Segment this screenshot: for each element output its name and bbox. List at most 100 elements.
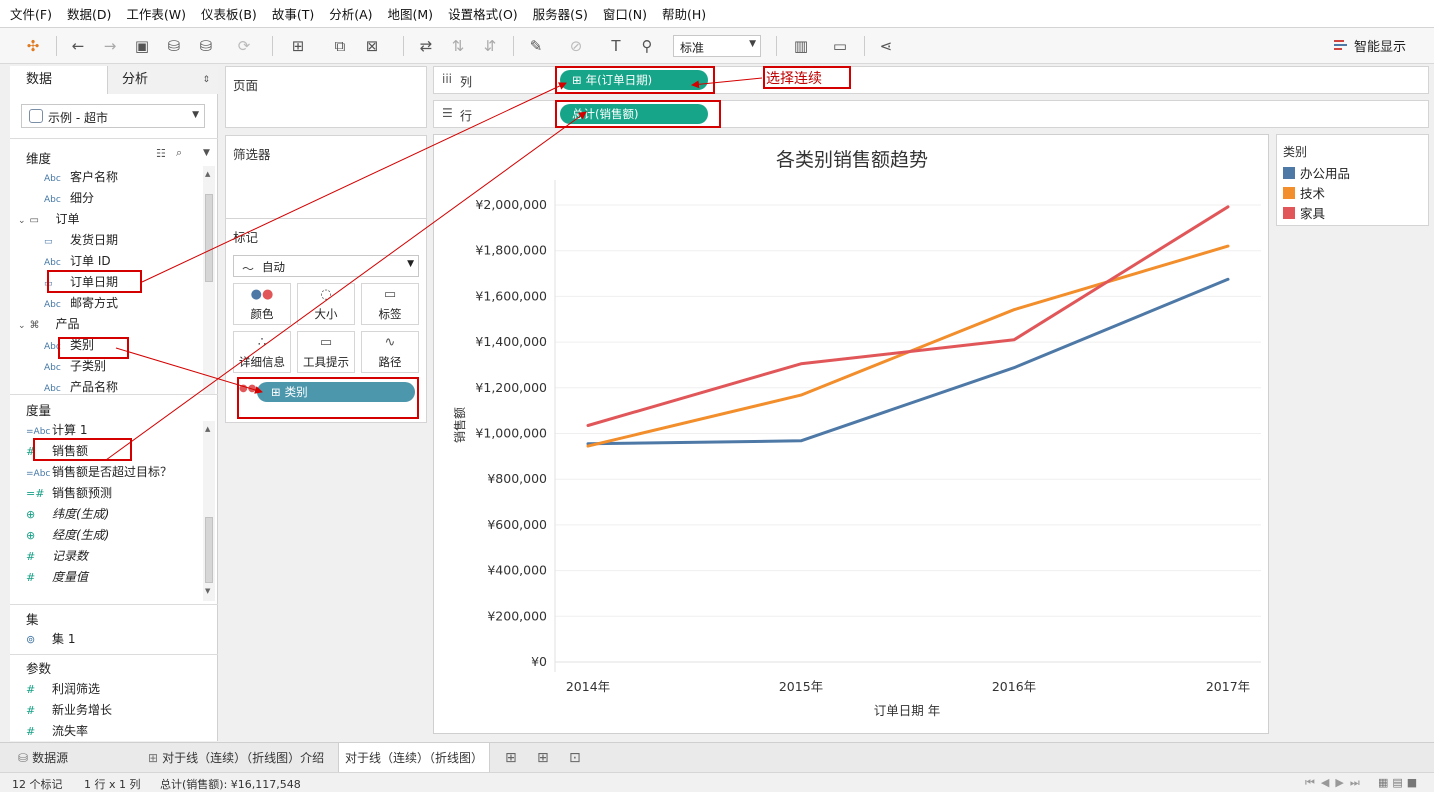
fix-axes-icon[interactable]: ⚲ [636,35,658,57]
new-worksheet-icon[interactable]: ⊞ [287,35,309,57]
view-list-icon[interactable]: ☷ [156,147,166,160]
fit-dropdown[interactable]: 标准 ▼ [673,35,761,57]
datasource-dropdown[interactable]: 示例 - 超市 ▼ [21,104,205,128]
redo-icon[interactable]: → [99,35,121,57]
scroll-thumb[interactable] [205,517,213,583]
field-label: 邮寄方式 [70,296,119,310]
dimension-field[interactable]: Abc 子类别 [44,356,106,376]
measure-field[interactable]: # 记录数 [26,546,88,566]
scroll-down-icon[interactable]: ▼ [205,587,210,595]
parameter-field[interactable]: # 新业务增长 [26,700,112,720]
tab-navigation-icons[interactable]: ⏮◀▶⏭ [1305,776,1366,790]
measure-field[interactable]: =Abc 计算 1 [26,420,87,440]
group-members-icon[interactable]: ⊘ [565,35,587,57]
sheet-tab-active[interactable]: 对于线（连续）（折线图） [338,743,491,773]
duplicate-sheet-icon[interactable]: ⧉ [329,35,351,57]
chart-view[interactable]: 各类别销售额趋势 ¥0 ¥200,000 ¥400,000 ¥600,000 ¥800,0… [433,134,1269,734]
chevron-down-icon[interactable]: ▼ [203,148,210,158]
data-pane: 数据 分析 ⇕ 示例 - 超市 ▼ 维度 ☷ ⌕ ▼ Abc 客户名称 Abc 细分 ⌄… [10,66,218,741]
detail-icon: ∴ [257,335,267,350]
rows-icon: ☰ [442,106,453,120]
path-button[interactable]: ∿ 路径 [361,331,419,373]
size-icon: ◌ [320,287,332,302]
menu-worksheet[interactable]: 工作表(W) [126,4,186,23]
menu-window[interactable]: 窗口(N) [603,4,647,23]
sort-descending-icon[interactable]: ⇵ [479,35,501,57]
new-datasource-icon[interactable]: ⛁ [163,35,185,57]
share-icon[interactable]: ⋖ [875,35,897,57]
pages-card[interactable]: 页面 [225,66,427,128]
status-dimensions: 1 行 x 1 列 [84,778,141,791]
scroll-up-icon[interactable]: ▲ [205,170,210,178]
new-dashboard-icon[interactable]: ⊞ [537,743,549,773]
new-worksheet-icon[interactable]: ⊞ [505,743,517,773]
measure-field[interactable]: # 度量值 [26,567,88,587]
menu-server[interactable]: 服务器(S) [533,4,588,23]
swap-rows-columns-icon[interactable]: ⇄ [415,35,437,57]
save-icon[interactable]: ▣ [131,35,153,57]
tab-data[interactable]: 数据 [10,66,108,94]
string-icon: Abc [44,174,61,184]
menu-help[interactable]: 帮助(H) [662,4,706,23]
detail-button[interactable]: ∴ 详细信息 [233,331,291,373]
mark-type-dropdown[interactable]: 〜 自动 ▼ [233,255,419,277]
menu-story[interactable]: 故事(T) [272,4,314,23]
pages-title: 页面 [233,78,259,93]
measure-field[interactable]: =# 销售额预测 [26,483,112,503]
scroll-up-icon[interactable]: ▲ [205,425,210,433]
show-labels-icon[interactable]: T [605,35,627,57]
dimension-field[interactable]: Abc 邮寄方式 [44,293,118,313]
legend-item[interactable]: 技术 [1283,186,1325,202]
show-cards-icon[interactable]: ▥ [790,35,812,57]
chevron-down-icon: ▼ [192,110,199,120]
sheet-tab[interactable]: ⊞ 对于线（连续）（折线图）介绍 [148,743,324,773]
dimension-field[interactable]: ▭ 发货日期 [44,230,118,250]
undo-icon[interactable]: ← [67,35,89,57]
menu-data[interactable]: 数据(D) [67,4,111,23]
menu-analysis[interactable]: 分析(A) [329,4,372,23]
measure-field[interactable]: ⊕ 纬度(生成) [26,504,109,524]
dimension-folder[interactable]: ⌄ ▭ 订单 [18,209,80,229]
legend-item[interactable]: 家具 [1283,206,1325,222]
dimension-folder[interactable]: ⌄ ⌘ 产品 [18,314,80,334]
path-label: 路径 [378,355,402,369]
new-story-icon[interactable]: ⊡ [569,743,581,773]
dimension-field[interactable]: Abc 客户名称 [44,167,118,187]
dimensions-scrollbar[interactable]: ▲ [203,166,215,394]
view-mode-icons[interactable]: ▦▤■ [1378,776,1421,789]
datasource-tab[interactable]: ⛁ 数据源 [18,743,68,773]
tooltip-button[interactable]: ▭ 工具提示 [297,331,355,373]
pause-updates-icon[interactable]: ⛁ [195,35,217,57]
menu-file[interactable]: 文件(F) [10,4,52,23]
parameter-field[interactable]: # 利润筛选 [26,679,100,699]
clear-sheet-icon[interactable]: ⊠ [361,35,383,57]
calc-string-icon: =Abc [26,469,51,479]
parameter-field[interactable]: # 流失率 [26,721,88,741]
set-field[interactable]: ⊚ 集 1 [26,629,75,649]
fit-value: 标准 [680,41,705,55]
size-button[interactable]: ◌ 大小 [297,283,355,325]
legend-item[interactable]: 办公用品 [1283,166,1350,182]
menu-dashboard[interactable]: 仪表板(B) [201,4,257,23]
tableau-logo-icon[interactable]: ✣ [22,35,44,57]
highlight-icon[interactable]: ✎ [525,35,547,57]
dimension-field[interactable]: Abc 细分 [44,188,94,208]
search-icon[interactable]: ⌕ [176,146,182,160]
show-me-button[interactable]: 智能显示 [1332,36,1406,55]
measures-scrollbar[interactable]: ▲ ▼ [203,421,215,601]
measure-field[interactable]: =Abc 销售额是否超过目标？ [26,462,172,482]
presentation-mode-icon[interactable]: ▭ [829,35,851,57]
scroll-thumb[interactable] [205,194,213,282]
color-legend[interactable]: 类别 办公用品 技术 家具 [1276,134,1429,226]
label-button[interactable]: ▭ 标签 [361,283,419,325]
color-button[interactable]: ●● 颜色 [233,283,291,325]
menu-format[interactable]: 设置格式(O) [448,4,518,23]
datasource-tab-label: 数据源 [32,751,69,765]
menu-map[interactable]: 地图(M) [388,4,434,23]
dimension-field[interactable]: Abc 订单 ID [44,251,111,271]
legend-label: 家具 [1300,206,1326,221]
refresh-icon[interactable]: ⟳ [233,35,255,57]
measure-field[interactable]: ⊕ 经度(生成) [26,525,109,545]
sort-ascending-icon[interactable]: ⇅ [447,35,469,57]
tab-analysis[interactable]: 分析 ⇕ [108,66,218,94]
